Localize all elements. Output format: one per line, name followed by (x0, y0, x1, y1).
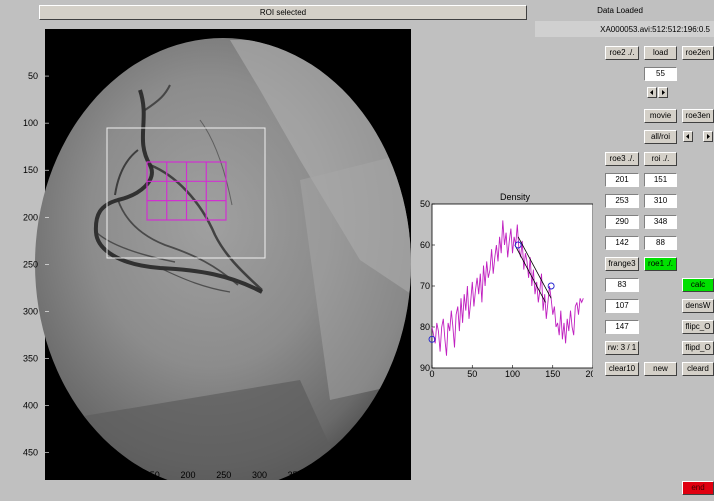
chart-x-tick-label: 100 (505, 369, 520, 379)
roe3en-button[interactable]: roe3en (682, 109, 714, 123)
roe1-button[interactable]: roe1 ./. (644, 257, 677, 271)
roe3-button[interactable]: roe3 ./. (605, 152, 639, 166)
arrow-right-icon (662, 90, 665, 95)
chart-x-tick-label: 0 (429, 369, 434, 379)
data-status: Data Loaded (597, 5, 643, 15)
roi-field-r1a[interactable]: 201 (605, 173, 639, 187)
image-y-tick-label: 100 (23, 118, 38, 128)
chart-x-tick-label: 150 (545, 369, 560, 379)
frange3-button[interactable]: frange3 (605, 257, 639, 271)
value-field-1[interactable]: 83 (605, 278, 639, 292)
chart-title: Density (500, 192, 531, 202)
frame-number-field[interactable]: 55 (644, 67, 677, 81)
movie-button[interactable]: movie (644, 109, 677, 123)
chart-x-tick-label: 200 (585, 369, 593, 379)
roe-prev-arrow[interactable] (683, 131, 693, 142)
value-field-2[interactable]: 107 (605, 299, 639, 313)
chart-y-tick-label: 70 (420, 281, 430, 291)
image-x-tick-label: 150 (145, 470, 160, 480)
rw-button[interactable]: rw: 3 / 1 (605, 341, 639, 355)
arrow-right-icon (707, 134, 710, 139)
frame-next-arrow[interactable] (658, 87, 668, 98)
end-button[interactable]: end (682, 481, 714, 495)
image-x-tick-label: 200 (180, 470, 195, 480)
chart-y-tick-label: 60 (420, 240, 430, 250)
image-x-tick-label: 100 (109, 470, 124, 480)
roi-field-r2b[interactable]: 310 (644, 194, 677, 208)
plot-area (431, 203, 593, 369)
image-y-tick-label: 50 (28, 71, 38, 81)
load-button[interactable]: load (644, 46, 677, 60)
flipc-button[interactable]: flipc_O (682, 320, 714, 334)
all-roi-button[interactable]: all/roi (644, 130, 677, 144)
roi-field-r4a[interactable]: 142 (605, 236, 639, 250)
arrow-left-icon (686, 134, 689, 139)
image-x-tick-label: 50 (76, 470, 86, 480)
roe2-button[interactable]: roe2 ./. (605, 46, 639, 60)
image-y-tick-label: 300 (23, 306, 38, 316)
image-y-tick-label: 350 (23, 353, 38, 363)
image-x-tick-label: 300 (252, 470, 267, 480)
image-y-tick-label: 250 (23, 259, 38, 269)
image-x-tick-label: 250 (216, 470, 231, 480)
image-y-tick-label: 200 (23, 212, 38, 222)
image-x-tick-label: 450 (359, 470, 374, 480)
image-x-tick-label: 350 (288, 470, 303, 480)
roi-field-r2a[interactable]: 253 (605, 194, 639, 208)
densw-button[interactable]: densW (682, 299, 714, 313)
chart-x-tick-label: 50 (467, 369, 477, 379)
value-field-3[interactable]: 147 (605, 320, 639, 334)
roi-button[interactable]: roi ./. (644, 152, 677, 166)
roe-next-arrow[interactable] (703, 131, 713, 142)
clear10-button[interactable]: clear10 (605, 362, 639, 376)
image-x-tick-label: 500 (395, 470, 410, 480)
roi-field-r3a[interactable]: 290 (605, 215, 639, 229)
cleard-button[interactable]: cleard (682, 362, 714, 376)
new-button[interactable]: new (644, 362, 677, 376)
image-y-tick-label: 450 (23, 448, 38, 458)
roe2en-button[interactable]: roe2en (682, 46, 714, 60)
roi-field-r1b[interactable]: 151 (644, 173, 677, 187)
chart-y-tick-label: 90 (420, 363, 430, 373)
angiogram-axes: 50 100 150 200 250 300 350 400 450 500 50 100 150 20… (23, 29, 411, 480)
image-y-tick-label: 400 (23, 401, 38, 411)
frame-prev-arrow[interactable] (647, 87, 657, 98)
arrow-left-icon (650, 90, 653, 95)
chart-y-tick-label: 50 (420, 199, 430, 209)
image-x-tick-label: 400 (323, 470, 338, 480)
density-chart: Density 50 60 70 80 90 0 50 100 150 200 (420, 192, 593, 379)
flipd-button[interactable]: flipd_O (682, 341, 714, 355)
image-y-tick-label: 150 (23, 165, 38, 175)
calc-button[interactable]: calc (682, 278, 714, 292)
roi-field-r3b[interactable]: 348 (644, 215, 677, 229)
file-info: XA000053.avi:512:512:196:0.5 (535, 21, 714, 37)
roi-field-r4b[interactable]: 88 (644, 236, 677, 250)
chart-y-tick-label: 80 (420, 322, 430, 332)
